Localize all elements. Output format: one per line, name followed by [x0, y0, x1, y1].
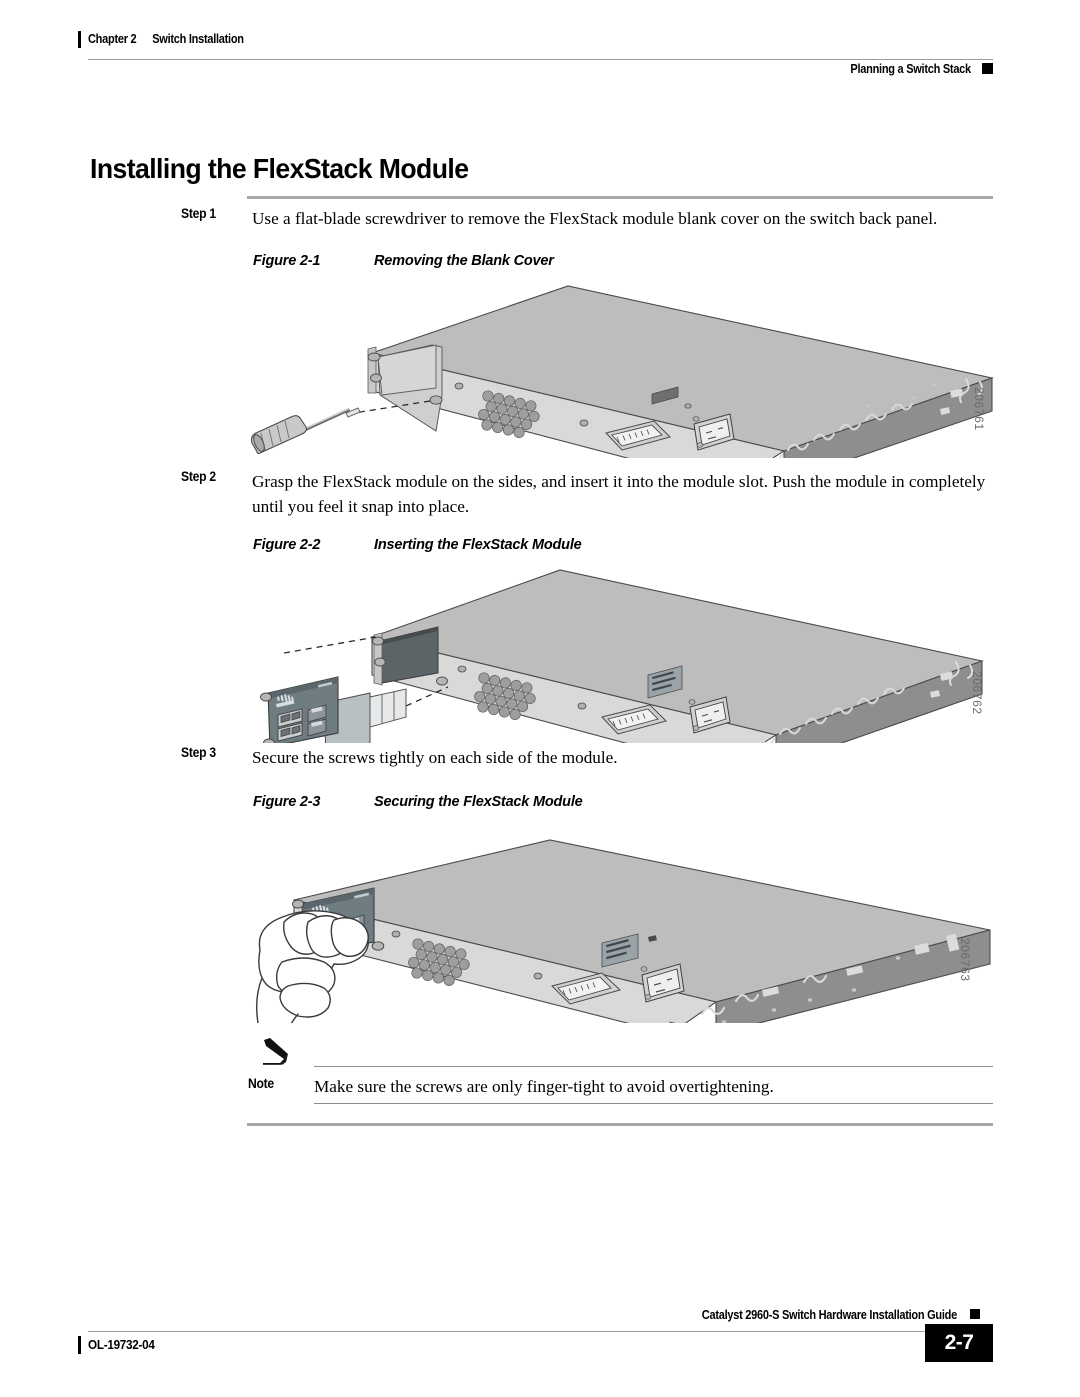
figure-3-image: 206763 [250, 838, 1020, 1023]
figure-3-number: Figure 2-3 [253, 794, 321, 810]
page-title: Installing the FlexStack Module [90, 152, 469, 184]
screwdriver [250, 407, 361, 455]
step-1-text: Use a flat-blade screwdriver to remove t… [252, 209, 938, 228]
section-divider-bottom [247, 1123, 993, 1126]
note-divider-bottom [314, 1103, 993, 1104]
figure-2-caption: Figure 2-2 Inserting the FlexStack Module [253, 537, 582, 553]
figure-1-id: 206761 [972, 387, 986, 431]
figure-3-title: Securing the FlexStack Module [374, 794, 583, 810]
header-chapter-group: Chapter 2 Switch Installation [88, 32, 244, 46]
note-divider-top [314, 1066, 993, 1067]
footer-guide-title: Catalyst 2960-S Switch Hardware Installa… [701, 1308, 957, 1322]
step-3-text: Secure the screws tightly on each side o… [252, 748, 618, 767]
step-1-label: Step 1 [181, 206, 216, 221]
header-chapter-number: Chapter 2 [88, 32, 137, 46]
footer-marker-icon [78, 1336, 81, 1354]
note-text: Make sure the screws are only finger-tig… [314, 1077, 774, 1096]
step-3-label: Step 3 [181, 745, 216, 760]
page-footer: Catalyst 2960-S Switch Hardware Installa… [78, 1308, 993, 1370]
step-2-label: Step 2 [181, 469, 216, 484]
hand-illustration [255, 910, 369, 1023]
footer-divider [88, 1331, 958, 1332]
figure-2-image: 206762 [230, 565, 1020, 743]
figure-2-title: Inserting the FlexStack Module [374, 537, 582, 553]
figure-1-caption: Figure 2-1 Removing the Blank Cover [253, 253, 554, 269]
flexstack-module [260, 676, 407, 743]
figure-1-title: Removing the Blank Cover [374, 253, 554, 269]
pencil-icon [263, 1038, 288, 1065]
figure-2-number: Figure 2-2 [253, 537, 321, 553]
title-divider [247, 196, 993, 199]
footer-page-number: 2-7 [925, 1324, 993, 1362]
figure-1-number: Figure 2-1 [253, 253, 321, 269]
header-divider [88, 59, 993, 60]
figure-2-id: 206762 [970, 671, 984, 715]
figure-3-caption: Figure 2-3 Securing the FlexStack Module [253, 794, 583, 810]
figure-1-image: 206761 [250, 283, 1010, 458]
header-running-head: Planning a Switch Stack [850, 62, 972, 76]
page-header: Chapter 2 Switch Installation Planning a… [78, 31, 993, 80]
footer-doc-number: OL-19732-04 [88, 1337, 155, 1352]
header-square-marker-icon [982, 63, 993, 74]
figure-3-id: 206763 [958, 938, 972, 982]
footer-square-marker-icon [970, 1309, 980, 1319]
step-3: Step 3 Secure the screws tightly on each… [181, 745, 993, 770]
note-label: Note [248, 1076, 274, 1091]
header-marker-icon [78, 31, 81, 48]
step-2-text: Grasp the FlexStack module on the sides,… [252, 472, 986, 516]
step-2: Step 2 Grasp the FlexStack module on the… [181, 469, 993, 519]
document-page: Chapter 2 Switch Installation Planning a… [0, 0, 1080, 1397]
header-chapter-title: Switch Installation [152, 32, 244, 46]
step-1: Step 1 Use a flat-blade screwdriver to r… [181, 206, 993, 231]
